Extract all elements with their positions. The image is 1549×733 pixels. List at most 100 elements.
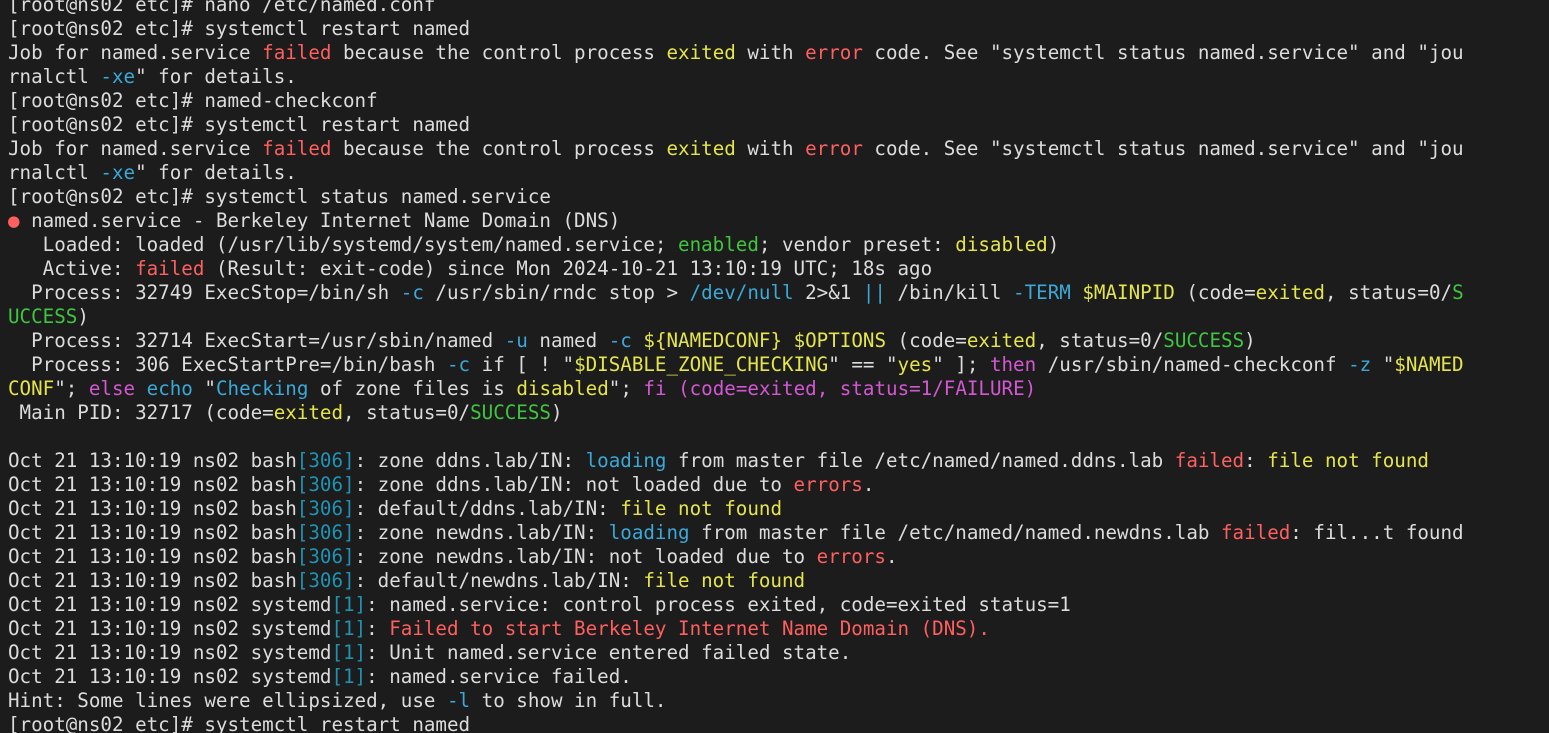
terminal-text-segment: -l [446,689,471,712]
terminal-text-segment: [1] [331,665,367,688]
terminal-text-segment: : zone newdns.lab/IN: [354,521,609,544]
terminal-text-segment: yes [897,353,933,376]
terminal-text-segment: because the control process [331,41,667,64]
terminal-text-segment: " for details. [135,161,297,184]
terminal-text-segment: ${NAMEDCONF} [643,329,783,352]
terminal-text-segment: Process: 32714 ExecStart=/usr/sbin/named [8,329,505,352]
terminal-text-segment: Oct 21 13:10:19 ns02 bash [8,449,297,472]
terminal-line: Oct 21 13:10:19 ns02 systemd[1]: named.s… [8,665,1538,689]
terminal-text-segment: -c [446,353,471,376]
terminal-text-segment: of zone files is [308,377,517,400]
terminal-text-segment: [root@ns02 etc]# nano /etc/named.conf [8,0,436,16]
terminal-text-segment: (code= [886,329,967,352]
terminal-line: Job for named.service failed because the… [8,137,1538,161]
terminal-text-segment: Oct 21 13:10:19 ns02 systemd [8,617,332,640]
terminal-text-segment: file not found [1267,449,1429,472]
terminal-text-segment: Oct 21 13:10:19 ns02 systemd [8,593,332,616]
terminal-text-segment: , status=0/ [343,401,471,424]
terminal-text-segment: then [989,353,1037,376]
terminal-text-segment: Oct 21 13:10:19 ns02 systemd [8,665,332,688]
terminal-text-segment: || [862,281,886,304]
terminal-text-segment: /usr/sbin/named-checkconf [1036,353,1349,376]
terminal-text-segment: "; [54,377,89,400]
terminal-text-segment: [root@ns02 etc]# named-checkconf [8,89,378,112]
terminal-window[interactable]: [root@ns02 etc]# nano /etc/named.conf [ro… [0,0,1549,733]
terminal-text-segment: , status=0/ [1324,281,1453,304]
terminal-text-segment: failed [262,137,332,160]
terminal-line: Oct 21 13:10:19 ns02 systemd[1]: named.s… [8,593,1538,617]
terminal-line: Oct 21 13:10:19 ns02 bash[306]: zone new… [8,521,1538,545]
terminal-text-segment: named.service - Berkeley Internet Name D… [19,209,621,232]
terminal-text-segment: /dev/null [689,281,794,304]
terminal-text-segment: , status=0/ [1036,329,1164,352]
terminal-line: Oct 21 13:10:19 ns02 bash[306]: zone new… [8,545,1538,569]
terminal-text-segment: -TERM [1013,281,1071,304]
terminal-line: rnalctl -xe" for details. [8,161,1538,185]
terminal-text-segment: " [192,377,216,400]
terminal-text-segment: " [1371,353,1395,376]
terminal-text-segment: to show in full. [470,689,667,712]
terminal-text-segment: ) [550,401,563,424]
terminal-text-segment: ● [8,209,20,232]
terminal-text-segment: : fil...t found [1290,521,1464,544]
terminal-line: rnalctl -xe" for details. [8,65,1538,89]
terminal-text-segment: fi (code=exited, status=1/FAILURE) [643,377,1037,400]
terminal-text-segment: rnalctl [8,65,101,88]
terminal-text-segment: " == " [828,353,898,376]
terminal-text-segment: /usr/sbin/rndc stop > [423,281,690,304]
terminal-text-segment: (Result: exit-code) since Mon 2024-10-21… [204,257,933,280]
terminal-line: Process: 32749 ExecStop=/bin/sh -c /usr/… [8,281,1538,305]
terminal-text-segment: error [805,41,863,64]
terminal-text-segment: " for details. [135,65,297,88]
terminal-text-segment: disabled [516,377,609,400]
terminal-text-segment: if [ ! " [470,353,575,376]
terminal-text-segment: failed [135,257,205,280]
terminal-text-segment: [1] [331,641,367,664]
terminal-line: Process: 306 ExecStartPre=/bin/bash -c i… [8,353,1538,377]
terminal-text-segment: Loaded: loaded (/usr/lib/systemd/system/… [8,233,679,256]
terminal-text-segment: /bin/kill [885,281,1014,304]
terminal-text-segment: : named.service failed. [366,665,632,688]
terminal-text-segment: [root@ns02 etc]# systemctl restart named [8,713,471,733]
terminal-text-segment: : zone ddns.lab/IN: not loaded due to [354,473,794,496]
terminal-text-segment: -xe [100,161,136,184]
terminal-text-segment: -z [1348,353,1372,376]
terminal-text-segment: Oct 21 13:10:19 ns02 bash [8,497,297,520]
terminal-text-segment: errors [793,473,863,496]
terminal-text-segment: . [885,545,898,568]
terminal-line: [root@ns02 etc]# systemctl restart named [8,113,1538,137]
terminal-line: [root@ns02 etc]# named-checkconf [8,89,1538,113]
terminal-text-segment: rnalctl [8,161,101,184]
terminal-line: Active: failed (Result: exit-code) since… [8,257,1538,281]
terminal-text-segment: with [735,137,806,160]
terminal-text-segment: [1] [331,593,367,616]
terminal-text-segment: ) [1244,329,1256,352]
terminal-text-segment: exited [666,41,736,64]
terminal-text-segment: else [88,377,136,400]
terminal-text-segment: Hint: Some lines were ellipsized, use [8,689,447,712]
terminal-text-segment: . [862,473,875,496]
terminal-text-segment: code. See "systemctl status named.servic… [862,137,1464,160]
terminal-text-segment: -c [400,281,424,304]
terminal-text-segment: exited [966,329,1037,352]
terminal-line: Hint: Some lines were ellipsized, use -l… [8,689,1538,713]
terminal-line: ● named.service - Berkeley Internet Name… [8,209,1538,233]
terminal-text-segment: -xe [100,65,136,88]
terminal-line: [root@ns02 etc]# systemctl status named.… [8,185,1538,209]
terminal-text-segment: from master file /etc/named/named.newdns… [689,521,1221,544]
terminal-text-segment: Process: 306 ExecStartPre=/bin/bash [8,353,447,376]
terminal-text-segment: Oct 21 13:10:19 ns02 bash [8,569,297,592]
terminal-text-segment: Oct 21 13:10:19 ns02 bash [8,545,297,568]
terminal-line: Oct 21 13:10:19 ns02 bash[306]: zone ddn… [8,473,1538,497]
terminal-line: Oct 21 13:10:19 ns02 bash[306]: default/… [8,497,1538,521]
terminal-text-segment: ; vendor preset: [758,233,956,256]
terminal-text-segment: errors [816,545,886,568]
terminal-line: [root@ns02 etc]# systemctl restart named [8,713,1538,733]
terminal-text-segment: : default/ddns.lab/IN: [354,497,621,520]
terminal-text-segment: S [1452,281,1464,304]
terminal-text-segment: exited [1255,281,1325,304]
terminal-text-segment: " ]; [932,353,990,376]
